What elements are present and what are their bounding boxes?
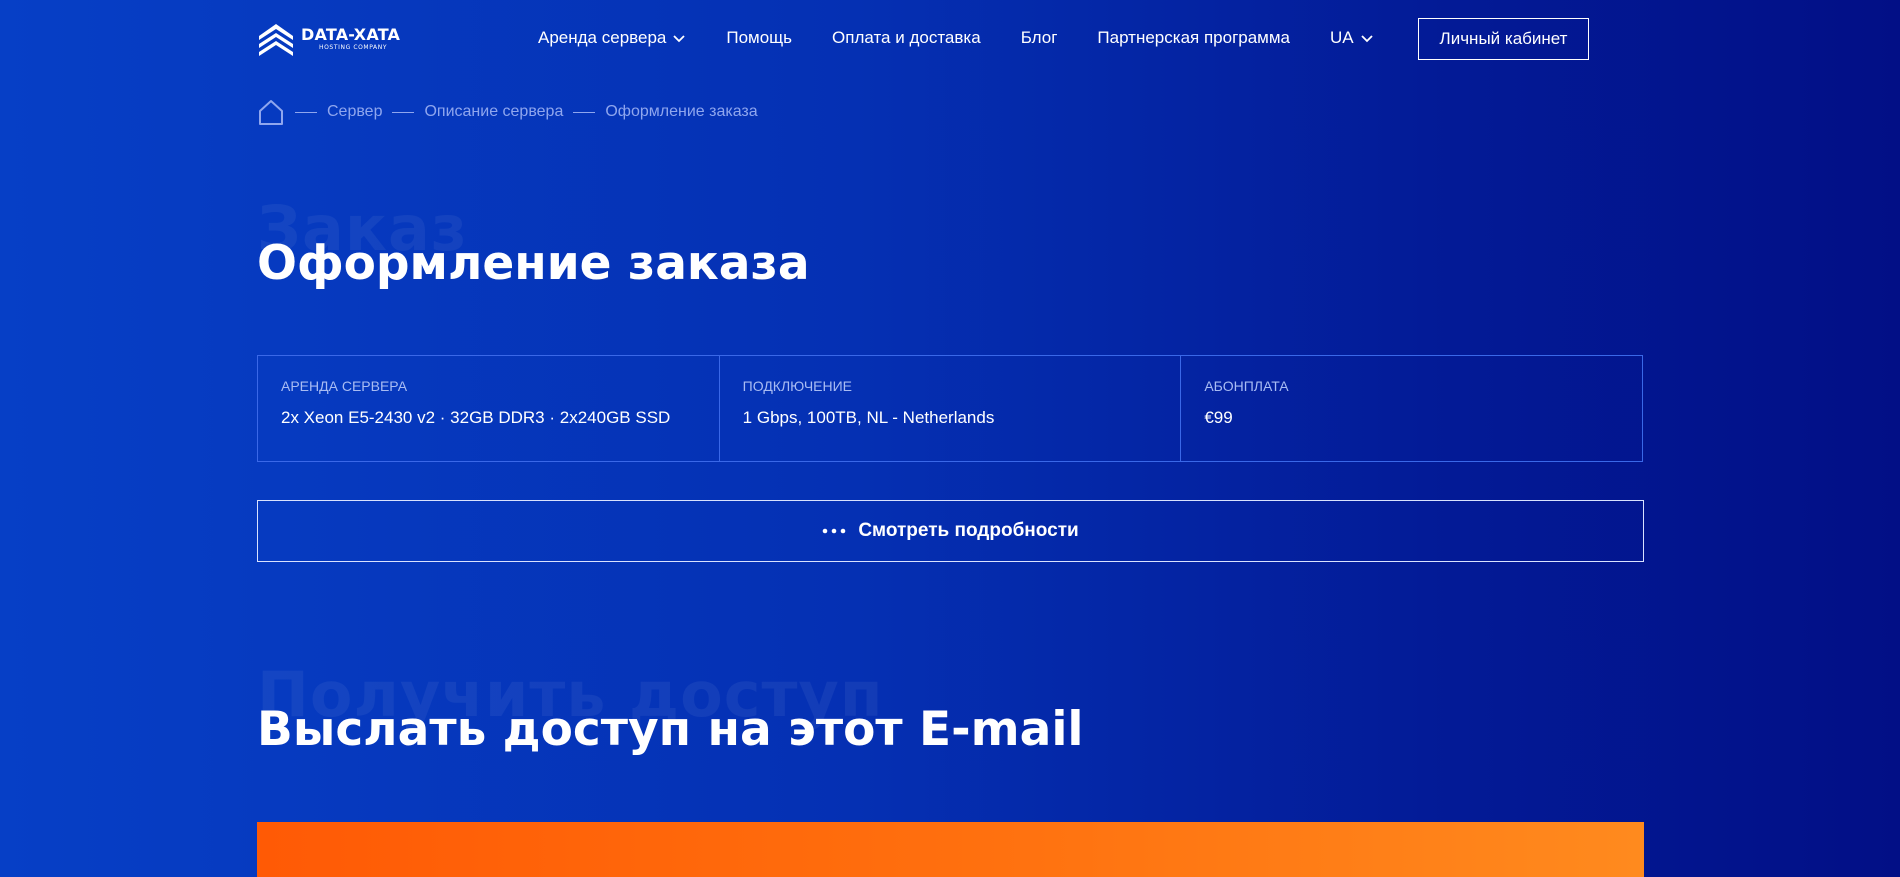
nav-item-label: Аренда сервера [538,28,667,47]
card-label: Абонплата [1204,378,1289,394]
breadcrumb-separator [295,111,317,113]
language-label: UA [1330,28,1354,47]
summary-card-server: Аренда сервера 2x Xeon E5-2430 v2 · 32GB… [257,355,720,462]
nav-item-partner-program[interactable]: Партнерская программа [1097,28,1290,48]
breadcrumb-separator [573,111,596,113]
breadcrumb-item-server[interactable]: Сервер [327,103,382,121]
nav-item-server-rent[interactable]: Аренда сервера [538,28,686,48]
order-summary: Аренда сервера 2x Xeon E5-2430 v2 · 32GB… [257,355,1644,462]
breadcrumb-separator [392,111,415,113]
nav-item-label: Блог [1020,28,1058,47]
view-details-label: Смотреть подробности [858,520,1079,541]
site-header: DATA-XATA HOSTING COMPANY Аренда сервера… [257,0,1644,78]
access-section-title: Выслать доступ на этот E-mail [257,702,1084,757]
nav-item-blog[interactable]: Блог [1021,28,1058,48]
home-icon[interactable] [257,98,285,126]
logo-subtitle: HOSTING COMPANY [319,44,388,51]
chevron-down-icon [673,35,685,43]
card-label: Подключение [742,378,852,394]
nav-item-payment-delivery[interactable]: Оплата и доставка [832,28,981,48]
card-value: 1 Gbps, 100TB, NL - Netherlands [742,408,995,427]
breadcrumb-item-checkout: Оформление заказа [605,103,758,120]
summary-card-subscription: Абонплата €99 [1180,355,1644,462]
card-value: 2x Xeon E5-2430 v2 · 32GB DDR3 · 2x240GB… [281,408,671,427]
view-details-button[interactable]: Смотреть подробности [257,500,1644,562]
chevron-down-icon [1361,35,1373,43]
breadcrumb: Сервер Описание сервера Оформление заказ… [257,98,758,126]
nav-item-label: Помощь [726,28,793,47]
more-dots-icon [823,528,846,534]
logo-title: DATA-XATA [301,25,401,44]
summary-card-connection: Подключение 1 Gbps, 100TB, NL - Netherla… [718,355,1182,462]
personal-cabinet-button[interactable]: Личный кабинет [1418,18,1589,60]
nav-item-help[interactable]: Помощь [726,28,792,48]
email-form-panel [257,822,1644,877]
logo-house-icon [259,24,293,56]
card-label: Аренда сервера [281,378,408,394]
page-title: Оформление заказа [257,236,810,291]
language-selector[interactable]: UA [1330,28,1374,48]
main-nav: Аренда сервера Помощь Оплата и доставка … [538,28,1374,48]
breadcrumb-item-server-description[interactable]: Описание сервера [424,103,563,121]
card-value: €99 [1204,408,1233,427]
logo[interactable]: DATA-XATA HOSTING COMPANY [257,22,400,56]
nav-item-label: Оплата и доставка [832,28,981,47]
nav-item-label: Партнерская программа [1097,28,1291,47]
